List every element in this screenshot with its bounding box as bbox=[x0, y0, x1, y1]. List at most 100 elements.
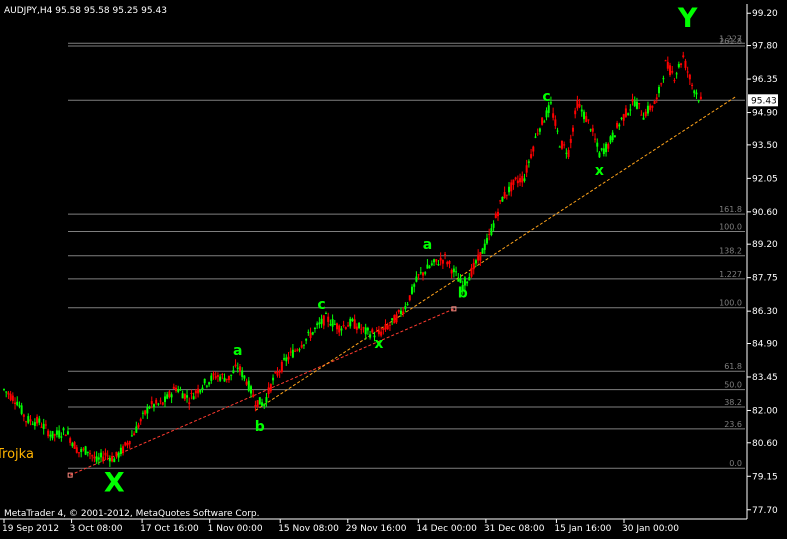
candle-body bbox=[152, 404, 155, 408]
candle-body bbox=[20, 405, 23, 414]
price-tick-label: 96.35 bbox=[752, 75, 778, 85]
candle-body bbox=[80, 448, 83, 452]
candle-body bbox=[585, 116, 588, 123]
candle-body bbox=[9, 393, 12, 400]
candle-body bbox=[351, 318, 354, 322]
candle-body bbox=[567, 150, 570, 157]
fib-level-label: 261.8 bbox=[719, 37, 742, 46]
candle-body bbox=[607, 143, 610, 149]
candle-body bbox=[91, 455, 94, 457]
candle-body bbox=[556, 130, 559, 132]
candle-body bbox=[342, 325, 345, 327]
wave-label-c: c bbox=[542, 89, 550, 105]
candle-body bbox=[95, 456, 98, 462]
candle-body bbox=[201, 387, 204, 390]
candle-body bbox=[589, 129, 592, 131]
candle-body bbox=[344, 327, 347, 329]
candle-body bbox=[395, 314, 398, 323]
candle-body bbox=[27, 416, 30, 423]
candle-body bbox=[514, 177, 517, 180]
price-tick-label: 92.05 bbox=[752, 174, 778, 184]
candle-body bbox=[571, 127, 574, 132]
candle-body bbox=[316, 323, 319, 326]
candle-body bbox=[580, 109, 583, 112]
candle-body bbox=[44, 424, 47, 426]
candle-body bbox=[591, 128, 594, 132]
candle-body bbox=[545, 110, 548, 118]
candle-body bbox=[485, 237, 488, 244]
candle-body bbox=[75, 447, 78, 453]
candle-body bbox=[199, 390, 202, 393]
candle-body bbox=[86, 451, 89, 453]
price-tick-label: 80.60 bbox=[752, 439, 778, 449]
candle-body bbox=[468, 277, 471, 281]
candle-body bbox=[7, 392, 10, 395]
candle-body bbox=[305, 338, 308, 341]
wave-label-a: a bbox=[233, 343, 242, 359]
candle-body bbox=[254, 405, 257, 407]
candle-body bbox=[402, 311, 405, 314]
candle-body bbox=[179, 389, 182, 391]
candle-body bbox=[410, 286, 413, 294]
candle-body bbox=[33, 422, 36, 426]
candlestick-chart[interactable]: 1.227261.8161.8100.0138.21.227100.061.85… bbox=[0, 0, 787, 539]
candle-body bbox=[148, 407, 151, 409]
candle-body bbox=[135, 426, 138, 433]
candle-body bbox=[417, 274, 420, 276]
candle-body bbox=[558, 146, 561, 148]
candle-body bbox=[14, 402, 17, 404]
candle-body bbox=[684, 60, 687, 68]
candle-body bbox=[100, 452, 103, 458]
candle-body bbox=[664, 60, 667, 62]
candle-body bbox=[682, 55, 685, 58]
candle-body bbox=[113, 458, 116, 463]
copyright-text: MetaTrader 4, © 2001-2012, MetaQuotes So… bbox=[4, 509, 260, 519]
candle-body bbox=[298, 349, 301, 351]
candle-body bbox=[598, 152, 601, 158]
current-price-label: 95.43 bbox=[751, 96, 777, 106]
candle-body bbox=[477, 254, 480, 261]
candle-body bbox=[534, 136, 537, 138]
candle-body bbox=[42, 423, 45, 430]
candle-body bbox=[212, 373, 215, 376]
candle-body bbox=[613, 135, 616, 138]
candle-body bbox=[552, 113, 555, 118]
candle-body bbox=[159, 400, 162, 402]
candle-body bbox=[369, 334, 372, 338]
candle-body bbox=[492, 223, 495, 228]
candle-body bbox=[192, 396, 195, 400]
candle-body bbox=[283, 358, 286, 360]
candle-body bbox=[459, 277, 462, 283]
candle-body bbox=[38, 418, 41, 423]
candle-body bbox=[483, 243, 486, 250]
candle-body bbox=[139, 418, 142, 422]
candle-body bbox=[22, 414, 25, 417]
candle-body bbox=[73, 442, 76, 449]
fib-level-label: 100.0 bbox=[719, 299, 742, 308]
candle-body bbox=[655, 97, 658, 100]
candle-body bbox=[318, 322, 321, 325]
candle-body bbox=[115, 451, 118, 457]
candle-body bbox=[141, 412, 144, 414]
candle-body bbox=[324, 313, 327, 315]
candle-body bbox=[144, 410, 147, 415]
candle-body bbox=[541, 117, 544, 125]
fib-level-label: 23.6 bbox=[724, 420, 742, 429]
candle-body bbox=[627, 113, 630, 115]
candle-body bbox=[241, 370, 244, 377]
candle-body bbox=[620, 117, 623, 119]
candle-body bbox=[488, 234, 491, 236]
candle-body bbox=[93, 456, 96, 459]
candle-body bbox=[62, 428, 65, 431]
time-tick-label: 15 Jan 16:00 bbox=[554, 524, 611, 534]
symbol-header: AUDJPY,H4 95.58 95.58 95.25 95.43 bbox=[4, 6, 167, 16]
price-tick-label: 83.45 bbox=[752, 373, 778, 383]
candle-body bbox=[671, 71, 674, 73]
candle-body bbox=[377, 330, 380, 335]
wave-label-b: b bbox=[458, 285, 468, 301]
candle-body bbox=[448, 261, 451, 264]
candle-body bbox=[245, 381, 248, 385]
wave-label-a: a bbox=[423, 237, 432, 253]
candle-body bbox=[649, 105, 652, 110]
candle-body bbox=[291, 349, 294, 358]
